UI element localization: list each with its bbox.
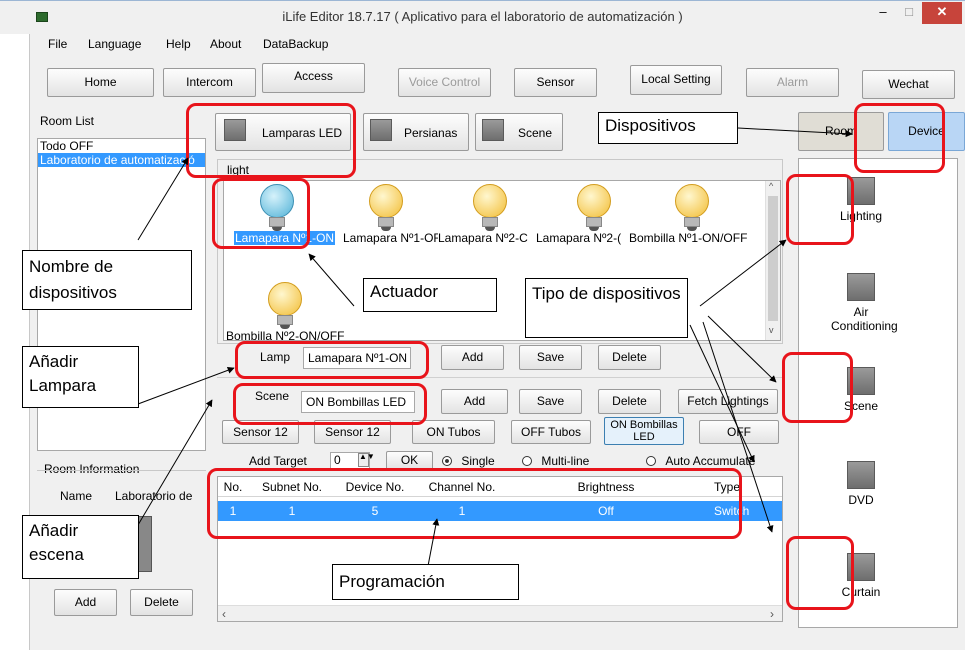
callout-actuador: Actuador [363, 278, 497, 312]
callout-nombre-dispositivos: Nombre de dispositivos [22, 250, 192, 310]
annotation-arrows [137, 127, 853, 567]
callout-anadir-escena: Añadir escena [22, 515, 139, 579]
callout-anadir-lampara: Añadir Lampara [22, 346, 139, 408]
callout-tipo-dispositivos: Tipo de dispositivos [525, 278, 688, 338]
callout-dispositivos: Dispositivos [598, 112, 738, 144]
callout-programacion: Programación [332, 564, 519, 600]
